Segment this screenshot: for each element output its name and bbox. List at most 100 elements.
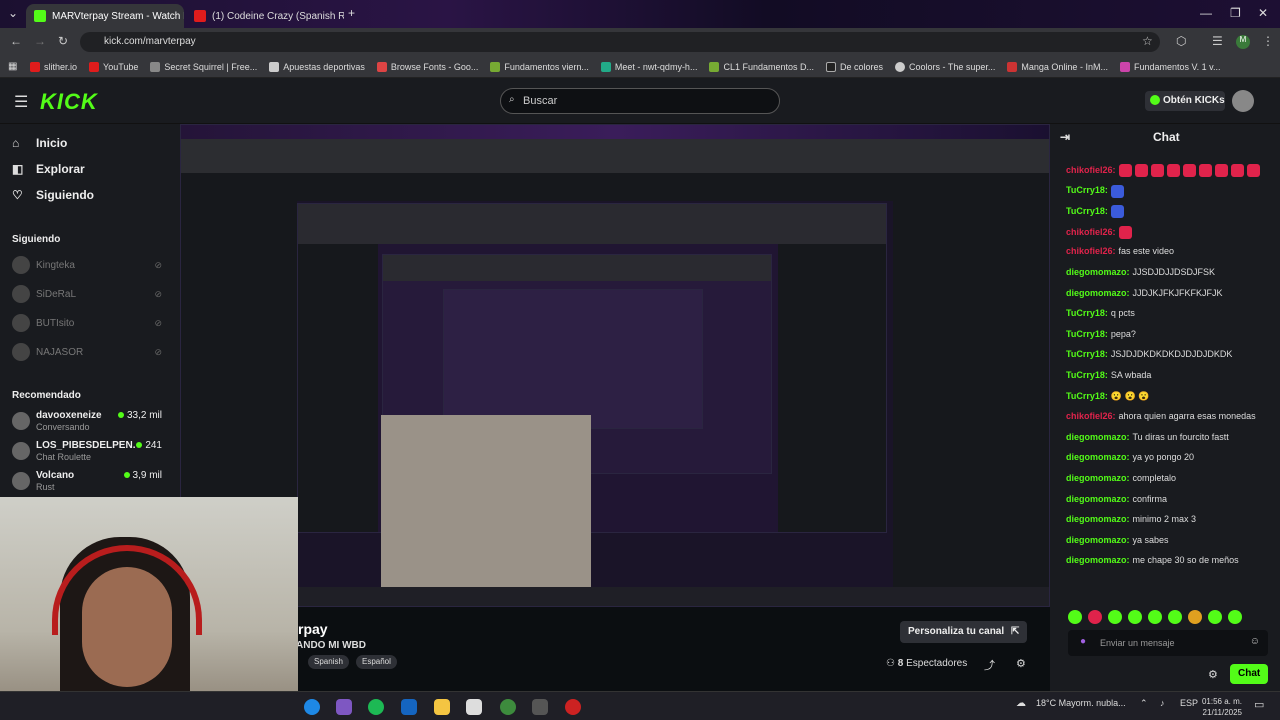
bookmark-item[interactable]: De colores <box>826 61 883 72</box>
user-avatar[interactable] <box>1232 90 1254 112</box>
emote-icon[interactable] <box>1088 610 1102 624</box>
tab-search-icon[interactable]: ⌄ <box>8 6 18 20</box>
emote-icon[interactable] <box>1068 610 1082 624</box>
stream-player[interactable] <box>180 124 1050 607</box>
chat-username[interactable]: TuCrry18: <box>1066 370 1108 380</box>
emote-icon[interactable] <box>1208 610 1222 624</box>
reload-icon[interactable]: ↻ <box>58 34 68 48</box>
kick-logo[interactable]: KICK <box>40 89 98 115</box>
chat-username[interactable]: TuCrry18: <box>1066 349 1108 359</box>
share-icon[interactable]: ⤴ <box>984 657 995 673</box>
settings-icon[interactable]: ⚙ <box>1016 657 1026 670</box>
chat-settings-icon[interactable]: ⚙ <box>1208 668 1218 681</box>
bookmark-item[interactable]: Apuestas deportivas <box>269 61 365 72</box>
get-kicks-button[interactable]: Obtén KICKs <box>1145 91 1225 111</box>
chat-username[interactable]: chikofiel26: <box>1066 165 1116 175</box>
store-icon[interactable] <box>466 699 482 715</box>
emote-icon[interactable] <box>1108 610 1122 624</box>
emote-icon[interactable] <box>1228 610 1242 624</box>
minimize-icon[interactable]: — <box>1200 6 1212 20</box>
clock[interactable]: 01:56 a. m. 21/11/2025 <box>1200 696 1242 718</box>
menu-dots-icon[interactable]: ⋮ <box>1262 34 1274 48</box>
tray-mic-icon[interactable]: ♪ <box>1160 698 1165 708</box>
bookmark-item[interactable]: Fundamentos viern... <box>490 61 589 72</box>
recommended-item[interactable]: LOS_PIBESDELPEN... Chat Roulette 241 <box>12 440 162 464</box>
chat-username[interactable]: diegomomazo: <box>1066 494 1130 504</box>
channel-name[interactable]: rpay <box>298 621 328 637</box>
bookmark-star-icon[interactable]: ☆ <box>1142 34 1153 48</box>
notification-icon[interactable]: ▭ <box>1254 698 1264 711</box>
bookmark-item[interactable]: Browse Fonts - Goo... <box>376 61 478 72</box>
weather-text[interactable]: 18°C Mayorm. nubla... <box>1036 698 1126 708</box>
sidebar-item-explorar[interactable]: ◧ Explorar <box>12 162 85 176</box>
browser-tab[interactable]: (1) Codeine Crazy (Spanish Re... ✕ <box>186 4 344 28</box>
media-icon[interactable]: ☰ <box>1212 34 1223 48</box>
chat-username[interactable]: TuCrry18: <box>1066 185 1108 195</box>
emote-icon[interactable] <box>1128 610 1142 624</box>
forward-icon[interactable]: → <box>34 34 46 48</box>
bookmark-item[interactable]: Secret Squirrel | Free... <box>150 61 257 72</box>
url-field[interactable]: kick.com/marvterpay <box>80 32 1160 52</box>
chat-username[interactable]: diegomomazo: <box>1066 514 1130 524</box>
emote-icon[interactable] <box>1148 610 1162 624</box>
profile-avatar[interactable]: M <box>1236 35 1250 49</box>
apps-grid-icon[interactable]: ▦ <box>8 61 17 72</box>
tag-espanol[interactable]: Español <box>356 655 397 669</box>
browser-tab-active[interactable]: MARVterpay Stream - Watch Li... ✕ <box>26 4 184 28</box>
folder-icon[interactable] <box>434 699 450 715</box>
close-window-icon[interactable]: ✕ <box>1258 6 1268 20</box>
chat-username[interactable]: chikofiel26: <box>1066 411 1116 421</box>
collapse-chat-icon[interactable]: ⇥ <box>1060 130 1070 144</box>
tag-spanish[interactable]: Spanish <box>308 655 349 669</box>
chat-username[interactable]: diegomomazo: <box>1066 555 1130 565</box>
chat-input[interactable]: ● Enviar un mensaje ☺ <box>1068 630 1268 656</box>
language-indicator[interactable]: ESP <box>1180 698 1198 708</box>
chat-username[interactable]: diegomomazo: <box>1066 288 1130 298</box>
chat-username[interactable]: diegomomazo: <box>1066 432 1130 442</box>
chat-username[interactable]: chikofiel26: <box>1066 227 1116 237</box>
restore-icon[interactable]: ❐ <box>1230 6 1241 20</box>
copilot-icon[interactable] <box>336 699 352 715</box>
chat-username[interactable]: diegomomazo: <box>1066 473 1130 483</box>
chat-username[interactable]: TuCrry18: <box>1066 308 1108 318</box>
personalize-channel-button[interactable]: Personaliza tu canal ⇱ <box>900 621 1028 643</box>
extensions-icon[interactable]: ⬡ <box>1176 34 1186 48</box>
chat-username[interactable]: diegomomazo: <box>1066 535 1130 545</box>
search-input[interactable]: ⌕ Buscar <box>500 88 780 114</box>
following-item[interactable]: Kingteka ⊘ <box>12 256 162 274</box>
sidebar-item-siguiendo[interactable]: ♡ Siguiendo <box>12 188 94 202</box>
bookmark-item[interactable]: YouTube <box>89 61 138 72</box>
chat-username[interactable]: TuCrry18: <box>1066 329 1108 339</box>
bookmark-item[interactable]: Fundamentos V. 1 v... <box>1119 61 1221 72</box>
chat-username[interactable]: TuCrry18: <box>1066 206 1108 216</box>
outlook-icon[interactable] <box>401 699 417 715</box>
following-item[interactable]: NAJASOR ⊘ <box>12 343 162 361</box>
sidebar-item-inicio[interactable]: ⌂ Inicio <box>12 136 67 150</box>
bookmark-item[interactable]: CL1 Fundamentos D... <box>709 61 814 72</box>
hamburger-menu-icon[interactable]: ☰ <box>14 92 28 112</box>
emoji-icon[interactable]: ☺ <box>1250 636 1260 647</box>
bookmark-item[interactable]: Coolors - The super... <box>895 61 995 72</box>
bookmark-item[interactable]: slither.io <box>30 61 77 72</box>
chrome-icon[interactable] <box>500 699 516 715</box>
recommended-item[interactable]: davooxeneize Conversando 33,2 mil <box>12 410 162 434</box>
edge-icon[interactable] <box>304 699 320 715</box>
new-tab-icon[interactable]: + <box>348 6 355 20</box>
recommended-item[interactable]: Volcano Rust 3,9 mil <box>12 470 162 494</box>
tray-chevron-icon[interactable]: ⌃ <box>1140 698 1148 709</box>
spotify-icon[interactable] <box>368 699 384 715</box>
chat-username[interactable]: TuCrry18: <box>1066 391 1108 401</box>
back-icon[interactable]: ← <box>10 34 22 48</box>
obs-icon[interactable] <box>565 699 581 715</box>
emote-icon[interactable] <box>1188 610 1202 624</box>
terminal-icon[interactable] <box>532 699 548 715</box>
chat-username[interactable]: chikofiel26: <box>1066 246 1116 256</box>
send-chat-button[interactable]: Chat <box>1230 664 1268 684</box>
emote-icon[interactable] <box>1168 610 1182 624</box>
chat-username[interactable]: diegomomazo: <box>1066 267 1130 277</box>
following-item[interactable]: BUTIsito ⊘ <box>12 314 162 332</box>
following-item[interactable]: SiDeRaL ⊘ <box>12 285 162 303</box>
bookmark-item[interactable]: Meet - nwt-qdmy-h... <box>600 61 697 72</box>
bookmark-item[interactable]: Manga Online - InM... <box>1007 61 1108 72</box>
chat-username[interactable]: diegomomazo: <box>1066 452 1130 462</box>
